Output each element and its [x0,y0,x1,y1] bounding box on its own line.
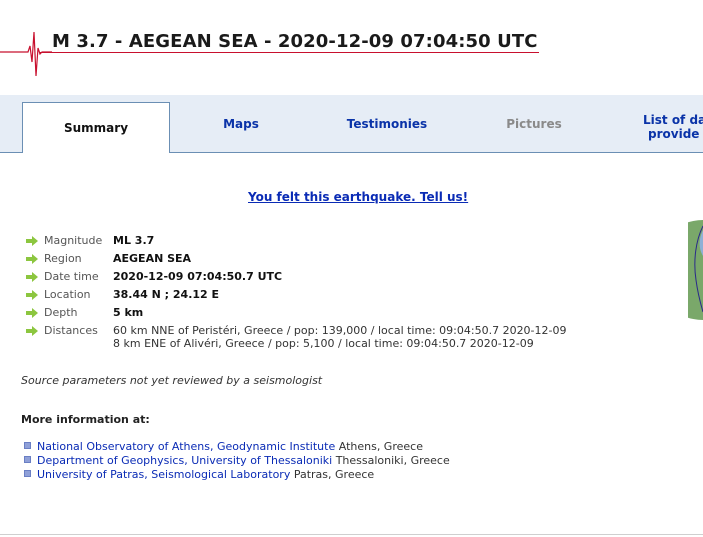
more-info-heading: More information at: [21,413,150,426]
tab-summary-label: Summary [63,121,129,135]
institution-link[interactable]: Department of Geophysics, University of … [37,454,332,467]
bullet-icon [24,470,31,477]
title-underline [40,52,539,53]
magnitude-value: ML 3.7 [113,234,155,247]
list-item: Department of Geophysics, University of … [22,454,450,468]
tab-maps[interactable]: Maps [190,95,292,153]
param-label: Location [44,288,91,301]
felt-earthquake-link[interactable]: You felt this earthquake. Tell us! [248,190,468,204]
tab-testimonies[interactable]: Testimonies [326,95,448,153]
date-time-value: 2020-12-09 07:04:50.7 UTC [113,270,283,283]
arrow-right-icon [26,272,38,282]
tab-pictures-label: Pictures [506,117,562,131]
tab-testimonies-label: Testimonies [346,117,428,131]
list-item: University of Patras, Seismological Labo… [22,468,450,482]
arrow-right-icon [26,308,38,318]
distances-value: 60 km NNE of Peristéri, Greece / pop: 13… [113,324,567,350]
institution-link[interactable]: National Observatory of Athens, Geodynam… [37,440,335,453]
institution-link[interactable]: University of Patras, Seismological Labo… [37,468,290,481]
tab-bar: Summary Maps Testimonies Pictures List o… [0,95,703,153]
tab-summary[interactable]: Summary [22,102,170,153]
list-item: National Observatory of Athens, Geodynam… [22,440,450,454]
bullet-icon [24,456,31,463]
param-label: Region [44,252,82,265]
footer-divider [0,534,703,535]
depth-value: 5 km [113,306,144,319]
tab-data-providers-label-2: provide [648,127,700,141]
distance-line: 60 km NNE of Peristéri, Greece / pop: 13… [113,324,567,337]
param-label: Magnitude [44,234,103,247]
param-label: Distances [44,324,98,337]
institution-location: Thessaloniki, Greece [332,454,450,467]
bullet-icon [24,442,31,449]
tab-pictures: Pictures [484,95,584,153]
tab-data-providers-label-1: List of da [643,113,703,127]
source-note: Source parameters not yet reviewed by a … [21,374,323,387]
region-value: AEGEAN SEA [113,252,192,265]
page-header: M 3.7 - AEGEAN SEA - 2020-12-09 07:04:50… [0,0,703,95]
more-info-links: National Observatory of Athens, Geodynam… [22,440,450,482]
institution-location: Patras, Greece [290,468,375,481]
globe-map-icon[interactable] [688,220,703,320]
institution-location: Athens, Greece [335,440,423,453]
param-label: Depth [44,306,78,319]
tab-maps-label: Maps [223,117,259,131]
arrow-right-icon [26,254,38,264]
arrow-right-icon [26,236,38,246]
param-label: Date time [44,270,99,283]
location-value: 38.44 N ; 24.12 E [113,288,220,301]
arrow-right-icon [26,326,38,336]
distance-line: 8 km ENE of Alivéri, Greece / pop: 5,100… [113,337,534,350]
tab-data-providers[interactable]: List of da provide [630,95,703,153]
page-title: M 3.7 - AEGEAN SEA - 2020-12-09 07:04:50… [52,31,538,52]
arrow-right-icon [26,290,38,300]
